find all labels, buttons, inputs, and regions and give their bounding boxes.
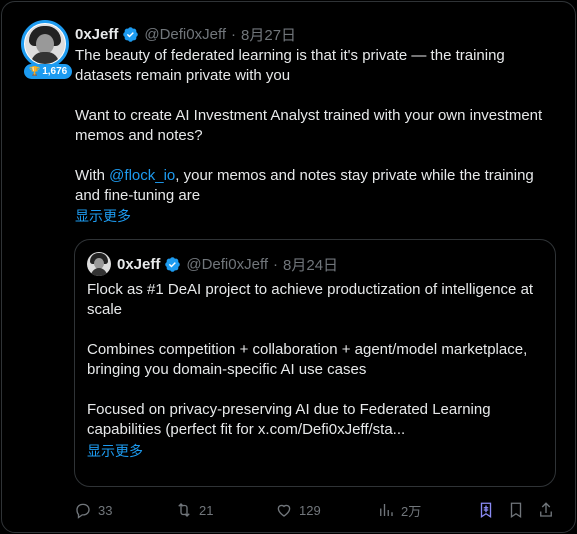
grok-icon [480,502,492,519]
author-name[interactable]: 0xJeff [75,26,118,43]
author-avatar[interactable] [21,20,69,68]
tweet-paragraph-2: Want to create AI Investment Analyst tra… [75,107,543,144]
view-count: 2万 [401,503,422,519]
views-button[interactable]: 2万 [377,499,421,521]
quote-text: Flock as #1 DeAI project to achieve prod… [87,280,545,440]
reply-icon [76,503,90,519]
quote-avatar[interactable] [87,252,111,276]
quote-show-more-link[interactable]: 显示更多 [87,441,143,461]
like-count: 129 [299,502,321,518]
quote-date[interactable]: 8月24日 [283,254,338,275]
repost-button[interactable]: 21 [175,499,213,521]
avatar-image [25,24,65,64]
quote-author-handle[interactable]: @Defi0xJeff [186,256,268,273]
repost-icon [178,503,190,517]
show-more-link[interactable]: 显示更多 [75,206,555,226]
quote-paragraph-2: Combines competition + collaboration + a… [87,341,528,378]
header-separator: · [231,25,237,43]
like-button[interactable]: 129 [275,499,321,521]
follower-badge: 🏆 1,676 [24,64,73,79]
tweet-date[interactable]: 8月27日 [241,24,296,45]
verified-badge-icon [123,26,139,42]
quote-header-separator: · [273,255,279,273]
mention-link[interactable]: @flock_io [109,167,175,184]
verified-badge-icon [165,256,181,272]
paragraph-3-prefix: With [75,167,110,184]
reply-button[interactable]: 33 [74,499,112,521]
heart-icon [277,504,291,517]
quote-header: 0xJeff @Defi0xJeff · 8月24日 [117,254,338,274]
share-icon [540,502,552,517]
badge-count-label: 1,676 [42,66,68,77]
tweet-paragraph-1: The beauty of federated learning is that… [75,47,505,84]
share-button[interactable] [537,499,555,521]
reply-count: 33 [98,502,113,518]
trophy-icon: 🏆 [29,66,41,76]
action-bar: 33 21 129 2万 [74,499,564,521]
author-handle[interactable]: @Defi0xJeff [144,26,226,43]
bookmark-button[interactable] [507,499,525,521]
grok-button[interactable] [477,499,495,521]
quoted-tweet[interactable]: 0xJeff @Defi0xJeff · 8月24日 Flock as #1 D… [74,239,556,487]
quote-paragraph-1: Flock as #1 DeAI project to achieve prod… [87,281,534,318]
bookmark-icon [510,502,522,519]
analytics-icon [380,504,393,516]
tweet-paragraph-3: With @flock_io, your memos and notes sta… [75,166,555,206]
tweet-text: The beauty of federated learning is that… [75,46,555,226]
tweet-card[interactable]: 🏆 1,676 0xJeff @Defi0xJeff · 8月27日 The b… [1,1,576,533]
tweet-header: 0xJeff @Defi0xJeff · 8月27日 [75,24,296,44]
quote-paragraph-3: Focused on privacy-preserving AI due to … [87,401,491,438]
repost-count: 21 [199,502,214,518]
quote-author-name[interactable]: 0xJeff [117,256,160,273]
